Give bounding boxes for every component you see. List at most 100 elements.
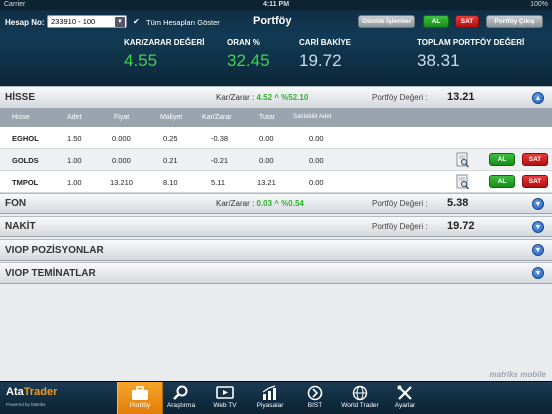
daily-trades-button[interactable]: Günlük İşlemler <box>358 15 415 28</box>
section-name: VIOP POZİSYONLAR <box>5 245 104 256</box>
status-bar: Carrier 4:11 PM 100% <box>0 0 552 10</box>
total-value: 38.31 <box>417 51 460 70</box>
table-row[interactable]: TMPOL 1.00 13.210 8.10 5.11 13.21 0.00 A… <box>0 171 552 193</box>
row-sell-button[interactable]: SAT <box>522 175 548 188</box>
tab-webtv[interactable]: Web TV <box>202 382 248 414</box>
battery-indicator: 100% <box>530 1 548 8</box>
tab-world-trader[interactable]: World Trader <box>337 382 383 414</box>
tab-label: BIST <box>307 402 323 409</box>
cell-sellable: 0.00 <box>309 178 324 187</box>
col-header: Adet <box>67 114 82 121</box>
buy-button[interactable]: AL <box>423 15 449 28</box>
tv-icon <box>216 386 234 399</box>
logo-accent: Trader <box>23 386 58 398</box>
cell-amount: 0.00 <box>259 134 274 143</box>
row-buy-button[interactable]: AL <box>489 153 515 166</box>
section-name: NAKİT <box>5 221 36 232</box>
cell-cost: 8.10 <box>163 178 178 187</box>
bist-icon <box>307 385 323 401</box>
pl-label: Kar/Zarar : <box>216 199 255 208</box>
portfolio-value: 5.38 <box>447 197 469 209</box>
row-buy-button[interactable]: AL <box>489 175 515 188</box>
tab-label: Web TV <box>213 402 237 409</box>
account-select[interactable]: 233910 - 100 ▼ <box>47 15 127 28</box>
account-label: Hesap No: <box>5 18 45 27</box>
section-pl: Kar/Zarar : 0.03 ^ %0.54 <box>216 199 304 208</box>
section-name: FON <box>5 198 27 209</box>
tab-markets[interactable]: Piyasalar <box>247 382 293 414</box>
show-all-checkbox[interactable]: ✔ <box>133 17 142 26</box>
col-header: Kar/Zarar <box>202 114 232 121</box>
row-sell-button[interactable]: SAT <box>522 153 548 166</box>
section-hisse[interactable]: HİSSE Kar/Zarar : 4.52 ^ %52.10 Portföy … <box>0 86 552 109</box>
briefcase-icon <box>132 386 148 400</box>
balance-label: CARİ BAKİYE <box>299 38 352 47</box>
tab-bist[interactable]: BIST <box>292 382 338 414</box>
col-header: Fiyat <box>114 114 130 121</box>
portfolio-value-label: Portföy Değeri : <box>372 93 428 102</box>
cell-qty: 1.00 <box>67 156 82 165</box>
show-all-label: Tüm Hesapları Göster <box>146 18 220 27</box>
rate-label: ORAN % <box>227 38 260 47</box>
collapse-icon[interactable]: ▲ <box>532 92 544 104</box>
expand-icon[interactable]: ▼ <box>532 244 544 256</box>
cell-qty: 1.50 <box>67 134 82 143</box>
cell-pl: 5.11 <box>211 178 226 187</box>
col-header: Tutar <box>259 114 276 121</box>
section-viop-collaterals[interactable]: VIOP TEMİNATLAR ▼ <box>0 262 552 284</box>
tab-label: Ayarlar <box>394 402 416 409</box>
section-fon[interactable]: FON Kar/Zarar : 0.03 ^ %0.54 Portföy Değ… <box>0 193 552 214</box>
globe-icon <box>352 385 368 401</box>
tab-label: Portföy <box>129 402 151 409</box>
expand-icon[interactable]: ▼ <box>532 198 544 210</box>
portfolio-value: 19.72 <box>447 220 475 232</box>
tab-settings[interactable]: Ayarlar <box>382 382 428 414</box>
logo-text: Ata <box>6 386 24 398</box>
chart-icon <box>262 385 276 400</box>
tab-label: Piyasalar <box>256 402 284 409</box>
rate-value: 32.45 <box>227 51 270 70</box>
pl-label: Kar/Zarar : <box>216 93 255 102</box>
total-label: TOPLAM PORTFÖY DEĞERİ <box>417 38 525 47</box>
app-logo: AtaTrader <box>6 386 57 398</box>
clock: 4:11 PM <box>262 1 290 8</box>
cell-price: 13.210 <box>110 178 133 187</box>
table-row[interactable]: GOLDS 1.00 0.000 0.21 -0.21 0.00 0.00 AL… <box>0 149 552 171</box>
portfolio-value-label: Portföy Değeri : <box>372 199 428 208</box>
tab-portfolio[interactable]: Portföy <box>117 382 163 414</box>
logo-subtitle: Powered by Matriks <box>6 402 46 407</box>
account-value: 233910 - 100 <box>51 17 96 26</box>
sell-button[interactable]: SAT <box>455 15 479 28</box>
cell-sellable: 0.00 <box>309 134 324 143</box>
section-name: HİSSE <box>5 92 36 103</box>
cell-cost: 0.25 <box>163 134 178 143</box>
expand-icon[interactable]: ▼ <box>532 221 544 233</box>
portfolio-exit-button[interactable]: Portföy Çıkış <box>486 15 543 28</box>
tab-bar: AtaTrader Powered by Matriks Portföy Ara… <box>0 381 552 414</box>
portfolio-value: 13.21 <box>447 91 475 103</box>
cell-cost: 0.21 <box>163 156 178 165</box>
document-search-icon[interactable] <box>456 152 469 168</box>
cell-symbol: TMPOL <box>12 178 39 187</box>
tab-research[interactable]: Araştırma <box>158 382 204 414</box>
table-header: Hisse Adet Fiyat Maliyet Kar/Zarar Tutar… <box>0 109 552 127</box>
expand-icon[interactable]: ▼ <box>532 267 544 279</box>
table-row[interactable]: EGHOL 1.50 0.000 0.25 -0.38 0.00 0.00 <box>0 127 552 149</box>
balance-value: 19.72 <box>299 51 342 70</box>
col-header: Hisse <box>12 114 30 121</box>
col-header: Maliyet <box>160 114 183 121</box>
document-search-icon[interactable] <box>456 174 469 190</box>
pl-value: 4.55 <box>124 51 158 70</box>
section-viop-positions[interactable]: VIOP POZİSYONLAR ▼ <box>0 239 552 261</box>
cell-pl: -0.38 <box>211 134 229 143</box>
cell-qty: 1.00 <box>67 178 82 187</box>
cell-pl: -0.21 <box>211 156 229 165</box>
section-nakit[interactable]: NAKİT Portföy Değeri : 19.72 ▼ <box>0 216 552 237</box>
section-name: VIOP TEMİNATLAR <box>5 268 96 279</box>
tab-label: World Trader <box>341 402 379 409</box>
tools-icon <box>397 385 412 400</box>
pl-value: 0.03 ^ %0.54 <box>256 199 304 208</box>
watermark: matriks mobile <box>489 370 546 379</box>
chevron-down-icon: ▼ <box>115 17 125 27</box>
pl-label: KAR/ZARAR DEĞERİ <box>124 38 205 47</box>
